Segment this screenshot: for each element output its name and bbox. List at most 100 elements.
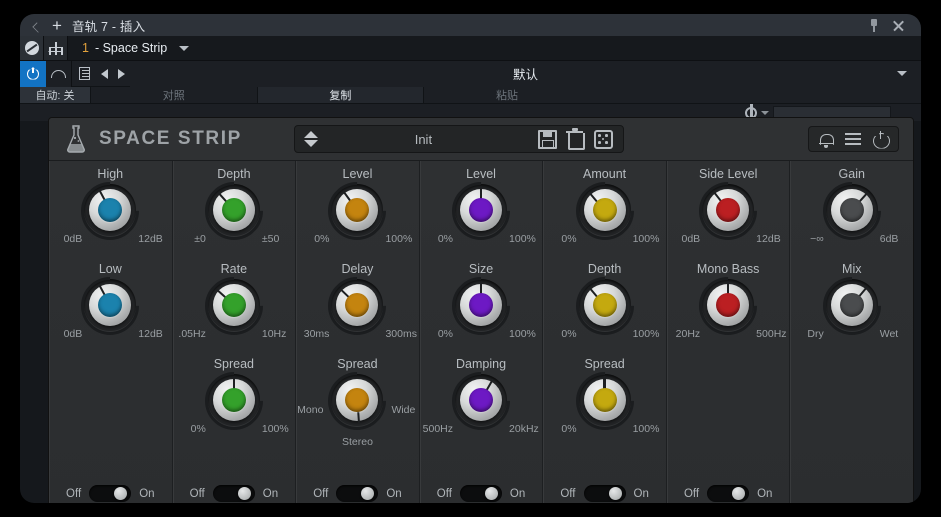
knob-control[interactable]: Dry Wet <box>807 264 898 348</box>
plugin-slot-name: - Space Strip <box>94 41 168 55</box>
previous-preset-button[interactable] <box>96 61 113 87</box>
knob-vibe-spread[interactable]: Spread 0% 100% <box>173 351 296 446</box>
knob-vibe-depth[interactable]: Depth ±0 ±50 <box>173 161 296 256</box>
knob-min-label: −∞ <box>810 233 824 245</box>
knob-label: Mono Bass <box>696 262 760 276</box>
routing-button[interactable] <box>44 36 68 60</box>
randomize-icon[interactable] <box>593 129 613 149</box>
delete-icon[interactable] <box>565 127 585 150</box>
knob-ensemble-spread[interactable]: Spread 0% 100% <box>543 351 666 446</box>
knob-min-label: 0% <box>437 328 454 340</box>
knob-control[interactable]: ±0 ±50 <box>192 169 279 253</box>
knob-ambience-damping[interactable]: Damping 500Hz 20kHz <box>420 351 543 446</box>
preset-name[interactable]: Init <box>309 132 538 147</box>
compare-button[interactable]: 对照 <box>90 87 257 103</box>
knob-control[interactable]: 500Hz 20kHz <box>423 359 539 443</box>
plugin-header-actions <box>808 126 899 152</box>
knob-min-label: 0% <box>561 328 577 340</box>
knob-contour-high[interactable]: High 0dB 12dB <box>49 161 172 256</box>
section-power-switch[interactable] <box>89 485 132 502</box>
knob-label: Depth <box>217 167 251 181</box>
knob-max-label: 100% <box>509 233 536 245</box>
toggle-ensemble[interactable]: Off On <box>560 485 649 502</box>
section-power-switch[interactable] <box>336 485 379 502</box>
knob-control[interactable]: 20Hz 500Hz <box>676 264 787 348</box>
section-columns: High 0dB 12dB Low 0dB 12dB Off On Depth ±0 ±50 Rate… <box>49 161 913 503</box>
automation-mode-button[interactable]: 自动: 关 <box>20 87 90 103</box>
section-power-switch[interactable] <box>583 485 626 502</box>
toggle-stereo[interactable]: Off On <box>684 485 772 502</box>
section-power-switch[interactable] <box>212 485 255 502</box>
host-preset-dropdown[interactable]: 默认 <box>130 60 921 87</box>
knob-control[interactable]: 0% 100% <box>191 359 289 443</box>
knob-slapback-delay[interactable]: Delay 30ms 300ms <box>296 256 419 351</box>
knob-min-label: 20Hz <box>675 328 701 340</box>
toggle-ambience[interactable]: Off On <box>437 485 525 502</box>
knob-control[interactable]: Mono Wide Stereo <box>297 359 415 448</box>
toggle-on-label: On <box>139 487 155 500</box>
knob-label: High <box>97 167 124 181</box>
knob-control[interactable]: 30ms 300ms <box>304 264 417 348</box>
section-power-switch[interactable] <box>707 485 750 502</box>
knob-control[interactable]: 0% 100% <box>561 169 659 253</box>
knob-control[interactable]: 0% 100% <box>561 264 659 348</box>
knob-master-mix[interactable]: Mix Dry Wet <box>790 256 913 351</box>
next-preset-button[interactable] <box>113 61 130 87</box>
pin-icon[interactable] <box>868 18 880 32</box>
close-icon[interactable] <box>892 19 905 32</box>
knob-vibe-rate[interactable]: Rate .05Hz 10Hz <box>173 256 296 351</box>
knob-control[interactable]: −∞ 6dB <box>810 169 898 253</box>
power-icon[interactable] <box>873 130 888 147</box>
chevron-down-icon[interactable] <box>179 45 190 51</box>
plugin-slot-selector[interactable]: 1 - Space Strip <box>68 36 921 60</box>
knob-cap <box>716 293 741 317</box>
knob-contour-low[interactable]: Low 0dB 12dB <box>49 256 172 351</box>
section-slapback: Level 0% 100% Delay 30ms 300ms Spread Mono Wide S… <box>296 161 420 503</box>
bypass-circle-button[interactable] <box>20 36 44 60</box>
knob-slapback-level[interactable]: Level 0% 100% <box>296 161 419 256</box>
knob-slapback-spread[interactable]: Spread Mono Wide Stereo <box>296 351 419 448</box>
knob-control[interactable]: 0% 100% <box>438 264 536 348</box>
toggle-contour[interactable]: Off On <box>66 485 155 502</box>
knob-control[interactable]: 0% 100% <box>561 359 659 443</box>
plugin-enable-button[interactable] <box>20 60 46 87</box>
toggle-slapback[interactable]: Off On <box>313 485 402 502</box>
knob-ensemble-depth[interactable]: Depth 0% 100% <box>543 256 666 351</box>
knob-stereo-side-level[interactable]: Side Level 0dB 12dB <box>667 161 790 256</box>
routing-legs <box>48 47 63 55</box>
knob-control[interactable]: 0dB 12dB <box>681 169 781 253</box>
routing-icon <box>48 41 64 55</box>
save-icon[interactable] <box>537 129 557 149</box>
copy-button[interactable]: 复制 <box>256 87 424 103</box>
toggle-vibe[interactable]: Off On <box>190 485 278 502</box>
knob-max-label: 100% <box>261 423 289 435</box>
knob-max-label: 12dB <box>138 328 163 340</box>
knob-ambience-size[interactable]: Size 0% 100% <box>420 256 543 351</box>
titlebar-controls <box>868 18 921 32</box>
chevron-down-icon[interactable] <box>761 110 769 115</box>
add-plugin-icon[interactable]: + <box>52 17 62 34</box>
knob-control[interactable]: .05Hz 10Hz <box>178 264 286 348</box>
toggle-off-label: Off <box>560 487 576 500</box>
knob-master-gain[interactable]: Gain −∞ 6dB <box>790 161 913 256</box>
knob-control[interactable]: 0% 100% <box>314 169 412 253</box>
collapse-chevron-icon[interactable] <box>30 17 46 33</box>
section-power-switch[interactable] <box>459 485 502 502</box>
knob-min-label: 30ms <box>303 328 330 340</box>
plugin-window: + 音轨 7 - 插入 1 - Space Strip 默认 自动: 关 对照 … <box>20 14 921 503</box>
knob-ambience-level[interactable]: Level 0% 100% <box>420 161 543 256</box>
curve-button[interactable] <box>46 60 72 87</box>
knob-max-label: 100% <box>632 328 660 340</box>
knob-ensemble-amount[interactable]: Amount 0% 100% <box>543 161 666 256</box>
bell-icon[interactable] <box>819 132 834 148</box>
knob-control[interactable]: 0% 100% <box>438 169 536 253</box>
knob-stereo-mono-bass[interactable]: Mono Bass 20Hz 500Hz <box>667 256 790 351</box>
knob-control[interactable]: 0dB 12dB <box>64 169 163 253</box>
paste-button[interactable]: 粘贴 <box>423 87 590 103</box>
knob-label: Gain <box>838 167 865 181</box>
menu-icon[interactable] <box>845 132 861 146</box>
section-ambience: Level 0% 100% Size 0% 100% Damping 500Hz 20kHz Of… <box>419 161 544 503</box>
knob-control[interactable]: 0dB 12dB <box>64 264 163 348</box>
chevron-down-icon[interactable] <box>897 71 907 76</box>
preset-list-button[interactable] <box>72 61 96 87</box>
